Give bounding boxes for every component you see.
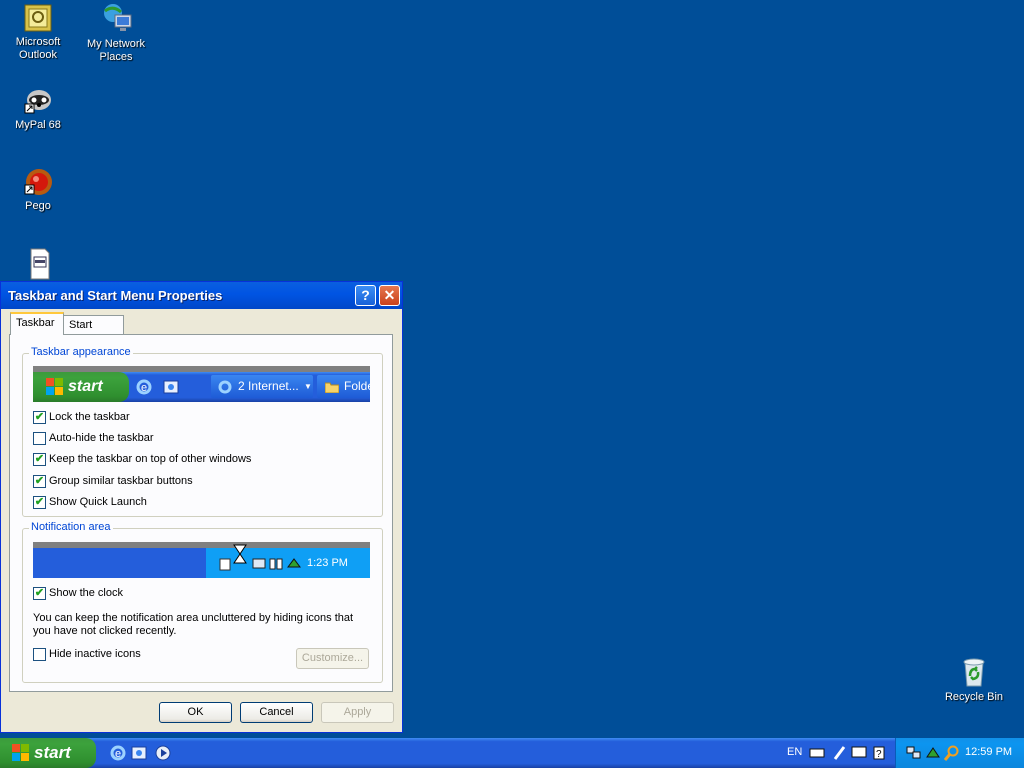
pen-icon[interactable] bbox=[832, 745, 846, 761]
document-icon bbox=[30, 248, 50, 280]
ok-button[interactable]: OK bbox=[159, 702, 232, 723]
desktop-icon-label: My Network Places bbox=[86, 38, 146, 63]
desktop-icon-network-places[interactable]: My Network Places bbox=[78, 3, 154, 64]
svg-text:e: e bbox=[115, 748, 121, 760]
preview-clock: 1:23 PM bbox=[307, 557, 348, 569]
outlook-icon bbox=[24, 4, 52, 32]
preview-task-label: 2 Internet... bbox=[238, 379, 299, 393]
help-tray-icon[interactable]: ? bbox=[873, 746, 885, 760]
auto-hide-label: Auto-hide the taskbar bbox=[49, 432, 154, 444]
media-player-icon[interactable] bbox=[155, 745, 171, 761]
lock-taskbar-label: Lock the taskbar bbox=[49, 411, 130, 423]
apply-button[interactable]: Apply bbox=[321, 702, 394, 723]
cancel-button[interactable]: Cancel bbox=[240, 702, 313, 723]
chevron-down-icon: ▼ bbox=[304, 382, 312, 391]
preview-start-label: start bbox=[68, 378, 103, 395]
windows-logo-icon bbox=[46, 378, 63, 395]
keep-on-top-label: Keep the taskbar on top of other windows bbox=[49, 453, 252, 465]
language-indicator[interactable]: EN bbox=[787, 746, 802, 758]
desktop-icon-label: Microsoft Outlook bbox=[15, 36, 61, 61]
customize-button[interactable]: Customize... bbox=[296, 648, 369, 669]
notification-description: You can keep the notification area unclu… bbox=[33, 612, 354, 637]
group-title-notification: Notification area bbox=[29, 521, 113, 533]
svg-text:?: ? bbox=[876, 749, 882, 760]
notification-preview: 1:23 PM bbox=[33, 542, 370, 578]
desktop-icon-outlook[interactable]: Microsoft Outlook bbox=[0, 3, 76, 62]
quick-launch-label: Show Quick Launch bbox=[49, 496, 147, 508]
preview-tray: 1:23 PM bbox=[206, 544, 370, 578]
clock[interactable]: 12:59 PM bbox=[965, 746, 1012, 758]
windows-logo-icon bbox=[12, 744, 29, 761]
desktop-icon-recycle-bin[interactable]: Recycle Bin bbox=[936, 656, 1012, 704]
security-tray-icon bbox=[287, 558, 301, 568]
network-places-icon bbox=[104, 4, 132, 31]
preview-task-label: Folde bbox=[344, 379, 370, 393]
recycle-tray-icon bbox=[219, 558, 231, 571]
preview-start-button: start bbox=[33, 372, 129, 402]
preview-task-internet: 2 Internet... ▼ bbox=[211, 375, 313, 398]
security-alert-icon[interactable] bbox=[925, 745, 941, 761]
search-icon[interactable] bbox=[944, 745, 960, 761]
quick-launch-checkbox[interactable]: ✔ bbox=[33, 496, 46, 509]
desktop-icon-mypal[interactable]: MyPal 68 bbox=[0, 86, 76, 132]
group-title-appearance: Taskbar appearance bbox=[29, 346, 133, 358]
ie-icon: e bbox=[136, 379, 152, 395]
hourglass-icon bbox=[233, 544, 247, 564]
desktop-icon-document[interactable] bbox=[0, 248, 76, 283]
hide-inactive-label: Hide inactive icons bbox=[49, 648, 141, 660]
network-tray-icon bbox=[269, 558, 283, 570]
desktop-icon-pego[interactable]: Pego bbox=[0, 167, 76, 213]
tab-start-menu[interactable]: Start Menu bbox=[63, 315, 124, 349]
ie-quicklaunch-icon[interactable]: e bbox=[109, 744, 127, 762]
help-button[interactable]: ? bbox=[355, 285, 376, 306]
system-tray: 12:59 PM bbox=[895, 738, 1024, 768]
show-clock-checkbox[interactable]: ✔ bbox=[33, 587, 46, 600]
group-buttons-label: Group similar taskbar buttons bbox=[49, 475, 193, 487]
taskbar: start e EN ? 12:59 PM bbox=[0, 738, 1024, 768]
start-label: start bbox=[34, 743, 71, 762]
desktop-icon-label: MyPal 68 bbox=[15, 119, 61, 131]
show-clock-label: Show the clock bbox=[49, 587, 123, 599]
speech-icon[interactable] bbox=[851, 746, 867, 760]
preview-task-folder: Folde bbox=[317, 375, 370, 398]
keyboard-icon[interactable] bbox=[809, 747, 825, 759]
pego-icon bbox=[24, 169, 52, 195]
taskbar-preview: start e 2 Internet... ▼ Folde bbox=[33, 366, 370, 402]
folder-icon bbox=[325, 382, 339, 393]
group-buttons-checkbox[interactable]: ✔ bbox=[33, 475, 46, 488]
ie-icon bbox=[218, 380, 232, 394]
dialog-titlebar[interactable]: Taskbar and Start Menu Properties ? ✕ bbox=[1, 282, 402, 309]
recycle-bin-icon bbox=[963, 658, 985, 687]
dialog-title: Taskbar and Start Menu Properties bbox=[8, 288, 223, 303]
keep-on-top-checkbox[interactable]: ✔ bbox=[33, 453, 46, 466]
show-desktop-icon[interactable] bbox=[131, 745, 147, 761]
tab-taskbar[interactable]: Taskbar bbox=[10, 312, 64, 335]
desktop-icon-label: Pego bbox=[25, 200, 51, 212]
start-button[interactable]: start bbox=[0, 738, 96, 768]
network-connection-icon[interactable] bbox=[906, 746, 922, 760]
hide-inactive-checkbox[interactable] bbox=[33, 648, 46, 661]
auto-hide-checkbox[interactable] bbox=[33, 432, 46, 445]
monitor-tray-icon bbox=[252, 558, 266, 569]
desktop-show-icon bbox=[163, 380, 179, 394]
svg-text:e: e bbox=[141, 382, 147, 394]
lock-taskbar-checkbox[interactable]: ✔ bbox=[33, 411, 46, 424]
close-button[interactable]: ✕ bbox=[379, 285, 400, 306]
desktop-icon-label: Recycle Bin bbox=[944, 691, 1004, 703]
mypal-icon bbox=[24, 90, 51, 114]
